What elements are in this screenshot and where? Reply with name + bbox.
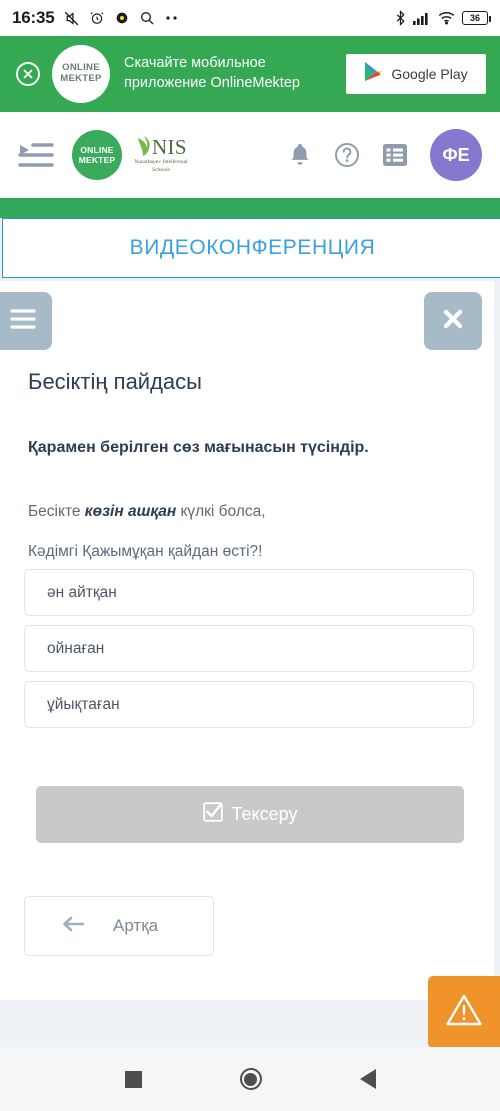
answer-option-label: ұйықтаған [47,695,120,713]
nis-logo: NIS Nazarbayev Intellectual Schools [128,135,194,174]
back-button-label: Артқа [113,916,159,935]
status-bar: 16:35 36 [0,0,500,36]
status-bar-right: 36 [395,10,491,26]
phone-screen: 16:35 36 ONLINE MEKTEP Скачайте мобильно… [0,0,500,1111]
answer-option[interactable]: ойнаған [24,625,474,672]
menu-indent-icon[interactable] [18,140,54,170]
lesson-title: Бесіктің пайдасы [28,369,202,394]
videoconference-card[interactable]: ВИДЕОКОНФЕРЕНЦИЯ [2,218,500,278]
nis-subtitle: Nazarbayev Intellectual Schools [134,159,188,173]
lesson-content-card: Бесіктің пайдасы Қарамен берілген сөз ма… [0,281,494,1000]
app-navbar: ONLINE MEKTEP NIS Nazarbayev Intellectua… [0,112,500,198]
check-button[interactable]: Тексеру [36,786,464,843]
help-circle-icon[interactable] [334,142,360,168]
wifi-icon [438,11,455,25]
arrow-left-icon [61,915,85,938]
onlinemektep-logo: ONLINE MEKTEP [52,45,110,103]
google-play-button[interactable]: Google Play [346,54,486,94]
sentence-suffix: күлкі болса, [176,503,266,520]
promo-banner: ONLINE MEKTEP Скачайте мобильное приложе… [0,36,500,112]
mute-icon [63,10,80,27]
recents-square-icon[interactable] [124,1070,142,1088]
hamburger-icon [9,308,37,335]
back-button[interactable]: Артқа [24,896,214,956]
cellular-signal-icon [413,11,431,25]
videoconference-title: ВИДЕОКОНФЕРЕНЦИЯ [129,236,376,259]
lesson-close-button[interactable] [424,292,482,350]
promo-text-line2: приложение OnlineMektep [124,75,300,91]
green-divider [0,198,500,218]
onlinemektep-logo: ONLINE MEKTEP [72,130,122,180]
brand-logos: ONLINE MEKTEP NIS Nazarbayev Intellectua… [72,130,194,180]
google-play-label: Google Play [391,66,468,82]
answer-option-label: ән айтқан [47,583,117,601]
lesson-menu-button[interactable] [0,292,52,350]
sentence-highlight: көзін ашқан [84,503,177,520]
promo-text-line1: Скачайте мобильное [124,55,266,72]
promo-logo-line2: MEKTEP [60,73,102,84]
alarm-icon [89,10,105,26]
answer-options: ән айтқан ойнаған ұйықтаған [24,569,474,737]
promo-text: Скачайте мобильное приложение OnlineMekt… [124,54,346,93]
battery-level: 36 [469,12,480,23]
warning-triangle-icon [445,993,483,1032]
answer-option[interactable]: ән айтқан [24,569,474,616]
google-play-icon [364,61,383,87]
nis-wordmark: NIS [135,135,187,157]
answer-option-label: ойнаған [47,639,105,657]
nis-text: NIS [151,134,188,159]
search-icon [139,10,155,26]
status-bar-clock: 16:35 [12,8,55,27]
question-sentence-line1: Бесікте көзін ашқан күлкі болса, [28,503,466,521]
question-sentence-line2: Кәдімгі Қажымұқан қайдан өсті?! [28,543,263,560]
more-dots-icon [164,15,180,21]
list-icon[interactable] [382,142,408,168]
app-dot-icon [114,10,130,26]
home-circle-icon[interactable] [239,1068,262,1090]
close-icon[interactable] [14,60,42,88]
checkbox-icon [202,802,223,827]
status-bar-left: 16:35 [12,8,180,28]
nav-logo-line2: MEKTEP [78,155,116,165]
report-problem-button[interactable] [428,976,500,1048]
close-icon [441,307,465,336]
question-prompt: Қарамен берілген сөз мағынасын түсіндір. [28,439,369,456]
android-navigation-bar [0,1047,500,1111]
nis-leaf-icon [137,136,150,157]
avatar[interactable]: ФЕ [430,129,482,181]
bell-icon[interactable] [288,142,312,168]
check-button-label: Тексеру [231,804,298,824]
answer-option[interactable]: ұйықтаған [24,681,474,728]
nav-logo-line1: ONLINE [80,144,114,155]
bluetooth-icon [395,10,406,26]
navbar-actions: ФЕ [288,129,482,181]
sentence-prefix: Бесікте [28,503,85,520]
battery-indicator: 36 [462,11,491,25]
back-triangle-icon[interactable] [359,1069,376,1089]
